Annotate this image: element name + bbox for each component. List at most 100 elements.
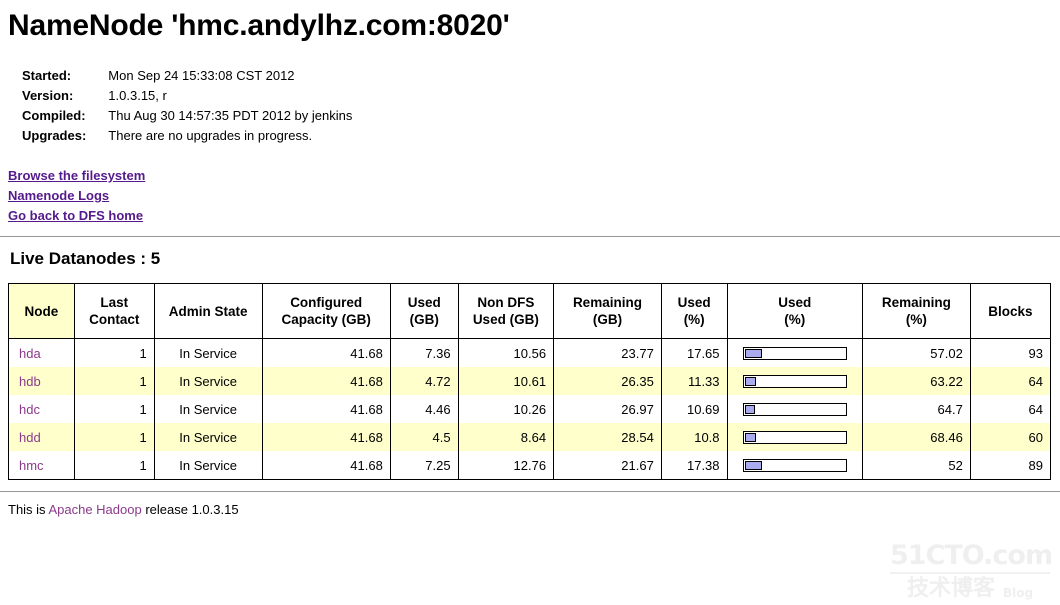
cell-used-gb: 7.36	[389, 338, 459, 367]
cell-last-contact: 1	[73, 423, 155, 451]
used-percent-progress-bar	[742, 402, 847, 416]
used-percent-progress-fill	[744, 376, 757, 386]
divider-bottom	[0, 491, 1060, 492]
column-header-node[interactable]: Node	[8, 283, 75, 339]
datanode-link[interactable]: hdd	[19, 430, 41, 445]
cell-non-dfs-used: 10.56	[457, 338, 555, 367]
cell-node: hdd	[8, 423, 75, 451]
summary-value-upgrades: There are no upgrades in progress.	[108, 128, 313, 143]
cell-admin-state: In Service	[153, 451, 263, 480]
column-header-remaining-pct-line1: Remaining	[881, 295, 951, 310]
column-header-non-dfs-used[interactable]: Non DFS Used (GB)	[457, 283, 555, 339]
cell-non-dfs-used: 10.61	[457, 367, 555, 395]
table-row: hmc 1 In Service 41.68 7.25 12.76 21.67 …	[8, 451, 1052, 480]
footer-suffix: release 1.0.3.15	[141, 502, 239, 517]
column-header-configured-capacity[interactable]: Configured Capacity (GB)	[261, 283, 391, 339]
cell-used-pct-bar	[726, 367, 864, 395]
summary-label-compiled: Compiled:	[22, 108, 86, 123]
summary-label-upgrades: Upgrades:	[22, 128, 87, 143]
cell-configured-capacity: 41.68	[261, 423, 391, 451]
page-title: NameNode 'hmc.andylhz.com:8020'	[8, 9, 510, 42]
column-header-blocks-line1: Blocks	[988, 303, 1033, 319]
summary-label-version: Version:	[22, 88, 74, 103]
table-row: hdc 1 In Service 41.68 4.46 10.26 26.97 …	[8, 395, 1052, 423]
summary-value-started: Mon Sep 24 15:33:08 CST 2012	[108, 68, 295, 83]
cell-admin-state: In Service	[153, 367, 263, 395]
link-go-back-dfs-home[interactable]: Go back to DFS home	[8, 206, 143, 226]
used-percent-progress-fill	[744, 432, 756, 442]
cell-used-pct: 10.8	[660, 423, 728, 451]
cell-remaining-pct: 68.46	[862, 423, 971, 451]
used-percent-progress-bar	[742, 374, 847, 388]
cell-used-gb: 4.72	[389, 367, 459, 395]
used-percent-progress-fill	[744, 460, 763, 470]
cell-admin-state: In Service	[153, 338, 263, 367]
datanode-link[interactable]: hdb	[19, 374, 41, 389]
column-header-last-contact-line1: Last	[100, 295, 129, 310]
cell-non-dfs-used: 12.76	[457, 451, 555, 480]
cell-remaining-gb: 26.97	[553, 395, 662, 423]
link-namenode-logs[interactable]: Namenode Logs	[8, 186, 109, 206]
used-percent-progress-fill	[744, 348, 763, 358]
cell-used-pct-bar	[726, 451, 864, 480]
watermark: 51CTO.com 技术博客 Blog	[890, 541, 1053, 601]
cell-used-pct-bar	[726, 423, 864, 451]
summary-value-version: 1.0.3.15, r	[108, 88, 167, 103]
cell-last-contact: 1	[73, 395, 155, 423]
apache-hadoop-link[interactable]: Apache Hadoop	[48, 502, 141, 517]
column-header-configured-capacity-line1: Configured	[290, 295, 363, 310]
column-header-used-pct-line1: Used	[677, 295, 711, 310]
column-header-used-pct-bar-line1: Used	[778, 295, 812, 310]
cell-configured-capacity: 41.68	[261, 451, 391, 480]
datanodes-table-wrapper: Node Last Contact Admin State Configured…	[8, 283, 1052, 480]
datanode-link[interactable]: hda	[19, 346, 41, 361]
summary-value-compiled: Thu Aug 30 14:57:35 PDT 2012 by jenkins	[108, 108, 353, 123]
cell-used-pct: 17.65	[660, 338, 728, 367]
datanode-link[interactable]: hmc	[19, 458, 44, 473]
column-header-node-line1: Node	[24, 303, 59, 319]
datanodes-table-body: hda 1 In Service 41.68 7.36 10.56 23.77 …	[8, 338, 1052, 480]
column-header-remaining-gb[interactable]: Remaining (GB)	[553, 283, 662, 339]
cell-blocks: 64	[969, 367, 1052, 395]
column-header-used-gb[interactable]: Used (GB)	[389, 283, 459, 339]
cell-admin-state: In Service	[153, 395, 263, 423]
cell-remaining-pct: 57.02	[862, 338, 971, 367]
footer-prefix: This is	[8, 502, 49, 517]
summary-row-version: Version: 1.0.3.15, r	[22, 86, 352, 106]
cell-used-pct: 17.38	[660, 451, 728, 480]
column-header-used-pct-line2: (%)	[683, 312, 705, 327]
column-header-last-contact[interactable]: Last Contact	[73, 283, 155, 339]
column-header-used-gb-line1: Used	[407, 295, 441, 310]
cell-remaining-gb: 21.67	[553, 451, 662, 480]
footer-release-info: This is Apache Hadoop release 1.0.3.15	[8, 502, 1060, 517]
datanodes-table-head: Node Last Contact Admin State Configured…	[8, 283, 1052, 339]
datanode-link[interactable]: hdc	[19, 402, 40, 417]
column-header-remaining-gb-line1: Remaining	[572, 295, 642, 310]
cell-node: hda	[8, 338, 75, 367]
column-header-used-pct[interactable]: Used (%)	[660, 283, 728, 339]
column-header-configured-capacity-line2: Capacity (GB)	[281, 312, 371, 327]
table-header-row: Node Last Contact Admin State Configured…	[8, 283, 1052, 339]
column-header-blocks[interactable]: Blocks	[969, 283, 1052, 339]
link-browse-filesystem[interactable]: Browse the filesystem	[8, 166, 145, 186]
watermark-site: 51CTO.com	[890, 541, 1053, 574]
cell-remaining-pct: 63.22	[862, 367, 971, 395]
column-header-admin-state[interactable]: Admin State	[153, 283, 263, 339]
cell-remaining-gb: 26.35	[553, 367, 662, 395]
navigation-links: Browse the filesystem Namenode Logs Go b…	[8, 166, 1060, 226]
column-header-used-pct-bar[interactable]: Used (%)	[726, 283, 864, 339]
column-header-used-gb-line2: (GB)	[409, 312, 439, 327]
cell-non-dfs-used: 10.26	[457, 395, 555, 423]
table-row: hdd 1 In Service 41.68 4.5 8.64 28.54 10…	[8, 423, 1052, 451]
cell-configured-capacity: 41.68	[261, 395, 391, 423]
summary-row-upgrades: Upgrades: There are no upgrades in progr…	[22, 126, 352, 146]
watermark-bottom-row: 技术博客 Blog	[890, 577, 1050, 601]
cell-node: hdb	[8, 367, 75, 395]
cluster-summary-table: Started: Mon Sep 24 15:33:08 CST 2012 Ve…	[22, 66, 352, 146]
column-header-remaining-pct[interactable]: Remaining (%)	[862, 283, 971, 339]
cell-last-contact: 1	[73, 367, 155, 395]
summary-label-started: Started:	[22, 68, 72, 83]
cell-remaining-gb: 23.77	[553, 338, 662, 367]
used-percent-progress-fill	[744, 404, 756, 414]
column-header-non-dfs-used-line2: Used (GB)	[472, 312, 539, 327]
